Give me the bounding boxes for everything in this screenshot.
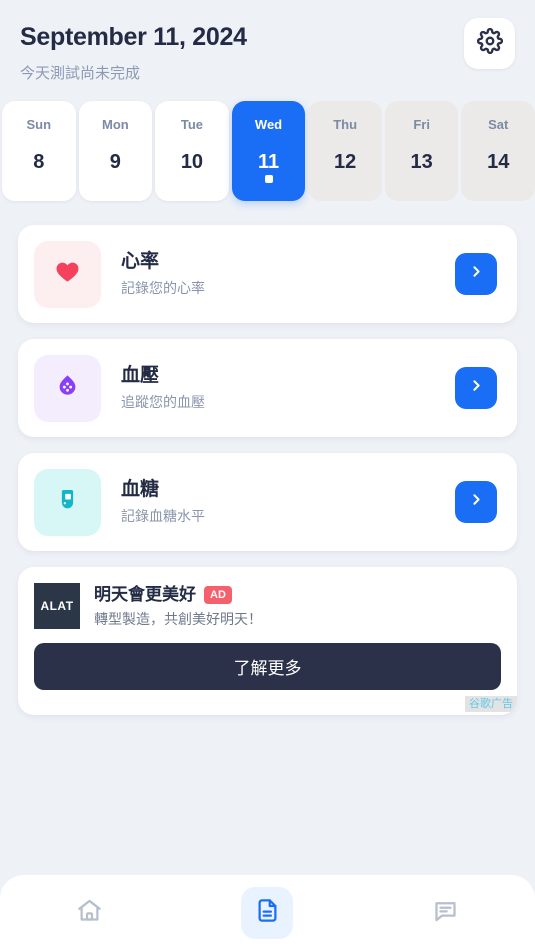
header-text-group: September 11, 2024 今天測試尚未完成 xyxy=(20,18,247,84)
bottom-navigation-bar xyxy=(0,875,535,951)
glucose-meter-icon xyxy=(54,486,81,518)
week-day-selector[interactable]: Sun 8 Mon 9 Tue 10 Wed 11 Thu 12 Fri 13 … xyxy=(2,84,535,201)
page-title: September 11, 2024 xyxy=(20,23,247,51)
metric-card-blood-pressure[interactable]: 血壓 追蹤您的血壓 xyxy=(18,339,517,437)
day-number: 9 xyxy=(109,151,121,173)
day-number: 12 xyxy=(333,151,357,173)
nav-item-home[interactable] xyxy=(0,887,178,939)
heart-rate-icon-box xyxy=(34,240,101,308)
day-card-fri[interactable]: Fri 13 xyxy=(384,101,459,201)
metric-title: 血糖 xyxy=(121,479,160,500)
day-label: Wed xyxy=(254,117,283,132)
day-number: 14 xyxy=(487,151,510,173)
metric-card-heart-rate[interactable]: 心率 記錄您的心率 xyxy=(18,225,517,323)
home-icon xyxy=(76,897,103,929)
metric-subtitle: 記錄血糖水平 xyxy=(121,508,205,524)
day-number: 13 xyxy=(410,151,433,173)
day-label: Fri xyxy=(413,117,430,132)
gear-icon xyxy=(476,27,503,59)
page-header: September 11, 2024 今天測試尚未完成 xyxy=(0,0,535,84)
day-number: 11 xyxy=(257,151,280,173)
chevron-right-icon xyxy=(468,377,485,399)
day-card-thu[interactable]: Thu 12 xyxy=(308,101,382,201)
nav-home-icon-wrap xyxy=(63,887,115,939)
ad-learn-more-button[interactable]: 了解更多 xyxy=(34,643,501,690)
page-subtitle: 今天測試尚未完成 xyxy=(20,65,141,82)
metric-card-blood-glucose[interactable]: 血糖 記錄血糖水平 xyxy=(18,453,517,551)
document-icon xyxy=(254,897,281,929)
ad-title: 明天會更美好 xyxy=(94,585,196,604)
day-card-sun[interactable]: Sun 8 xyxy=(2,101,76,201)
metric-card-list: 心率 記錄您的心率 血壓 追蹤您的血壓 血糖 記錄血糖水平 ALAT 明天會更美… xyxy=(0,201,535,715)
blood-glucose-text-group: 血糖 記錄血糖水平 xyxy=(101,478,455,526)
ad-text-group: 明天會更美好 AD 轉型製造，共創美好明天！ xyxy=(80,583,262,629)
heart-rate-text-group: 心率 記錄您的心率 xyxy=(101,250,455,298)
blood-pressure-icon-box xyxy=(34,354,101,422)
blood-glucose-open-button[interactable] xyxy=(455,481,497,523)
day-label: Thu xyxy=(333,117,358,132)
ad-logo-text: ALAT xyxy=(40,599,74,613)
day-number: 8 xyxy=(33,151,45,173)
ad-attribution-label[interactable]: 谷歌广告 xyxy=(465,696,517,712)
blood-glucose-icon-box xyxy=(34,468,101,536)
day-label: Tue xyxy=(180,117,204,132)
ad-cta-label: 了解更多 xyxy=(233,659,302,678)
blood-pressure-open-button[interactable] xyxy=(455,367,497,409)
selected-day-indicator-dot xyxy=(264,175,273,183)
metric-title: 血壓 xyxy=(121,365,160,386)
ad-advertiser-logo: ALAT xyxy=(34,583,80,629)
day-card-sat[interactable]: Sat 14 xyxy=(461,101,535,201)
metric-subtitle: 追蹤您的血壓 xyxy=(121,394,205,410)
day-card-mon[interactable]: Mon 9 xyxy=(78,101,153,201)
day-label: Sat xyxy=(488,117,509,132)
ad-subtitle: 轉型製造，共創美好明天！ xyxy=(94,611,262,627)
metric-subtitle: 記錄您的心率 xyxy=(121,280,205,296)
nav-item-messages[interactable] xyxy=(357,887,535,939)
blood-pressure-text-group: 血壓 追蹤您的血壓 xyxy=(101,364,455,412)
chevron-right-icon xyxy=(468,263,485,285)
day-number: 10 xyxy=(180,151,204,173)
nav-item-records[interactable] xyxy=(178,887,356,939)
settings-button[interactable] xyxy=(464,18,515,69)
ad-title-row: 明天會更美好 AD xyxy=(94,584,262,606)
chat-icon xyxy=(432,897,459,929)
metric-title: 心率 xyxy=(121,251,160,272)
heart-rate-open-button[interactable] xyxy=(455,253,497,295)
nav-messages-icon-wrap xyxy=(420,887,472,939)
day-label: Mon xyxy=(102,117,129,132)
blood-pressure-drop-icon xyxy=(54,372,81,404)
ad-header: ALAT 明天會更美好 AD 轉型製造，共創美好明天！ xyxy=(34,583,501,629)
chevron-right-icon xyxy=(468,491,485,513)
advertisement-card[interactable]: ALAT 明天會更美好 AD 轉型製造，共創美好明天！ 了解更多 谷歌广告 xyxy=(18,567,517,715)
day-label: Sun xyxy=(26,117,52,132)
ad-badge: AD xyxy=(204,586,232,604)
day-card-tue[interactable]: Tue 10 xyxy=(155,101,229,201)
day-card-wed-selected[interactable]: Wed 11 xyxy=(231,101,306,201)
heart-icon xyxy=(54,258,81,290)
nav-records-icon-wrap xyxy=(241,887,294,939)
